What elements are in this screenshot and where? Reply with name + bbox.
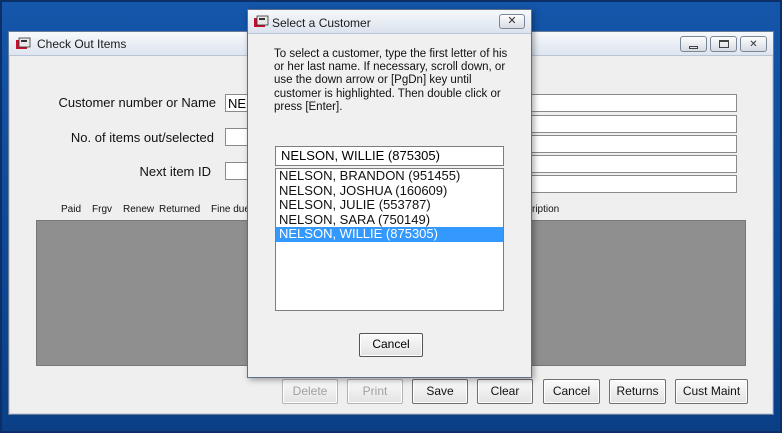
list-item[interactable]: NELSON, JOSHUA (160609) [276,183,503,199]
column-header-description: ription [532,204,560,215]
close-icon[interactable]: ✕ [499,14,525,29]
column-header-fine-due: Fine due [211,204,250,215]
list-item-selected[interactable]: NELSON, WILLIE (875305) [276,226,503,242]
list-item[interactable]: NELSON, JULIE (553787) [276,197,503,213]
next-item-input[interactable] [225,162,249,180]
customer-input[interactable]: NEL [225,94,249,112]
close-icon[interactable]: ✕ [740,36,767,52]
clear-button[interactable]: Clear [477,379,533,404]
list-item[interactable]: NELSON, BRANDON (951455) [276,169,503,184]
delete-button[interactable]: Delete [282,379,338,404]
customer-info-field-1 [531,94,737,112]
items-count-field[interactable] [225,128,249,146]
customer-info-field-2 [531,115,737,133]
dialog-title: Select a Customer [272,16,371,30]
customer-info-field-5 [531,175,737,193]
dialog-app-icon [254,15,269,27]
customer-info-field-3 [531,135,737,153]
items-count-label: No. of items out/selected [70,130,214,145]
cust-maint-button[interactable]: Cust Maint [675,379,748,404]
returns-button[interactable]: Returns [609,379,666,404]
app-icon [16,37,31,49]
customer-listbox[interactable]: NELSON, BRANDON (951455) NELSON, JOSHUA … [275,168,504,311]
customer-info-field-4 [531,155,737,173]
dialog-title-bar[interactable]: Select a Customer ✕ [248,10,531,34]
main-window-title: Check Out Items [37,37,127,51]
list-item[interactable]: NELSON, SARA (750149) [276,212,503,228]
cancel-button[interactable]: Cancel [543,379,600,404]
customer-search-input[interactable]: NELSON, WILLIE (875305) [275,146,504,166]
column-header-frgv: Frgv [92,204,112,215]
dialog-instructions: To select a customer, type the first let… [274,48,508,113]
column-header-paid: Paid [61,204,82,215]
column-header-returned: Returned [159,204,201,215]
customer-label: Customer number or Name [58,95,217,110]
minimize-icon[interactable] [680,36,707,52]
next-item-label: Next item ID [139,164,211,179]
maximize-icon[interactable] [710,36,737,52]
dialog-cancel-button[interactable]: Cancel [359,333,423,357]
save-button[interactable]: Save [412,379,468,404]
select-customer-dialog: Select a Customer ✕ To select a customer… [247,9,532,378]
column-header-renew: Renew [123,204,155,215]
print-button[interactable]: Print [347,379,403,404]
